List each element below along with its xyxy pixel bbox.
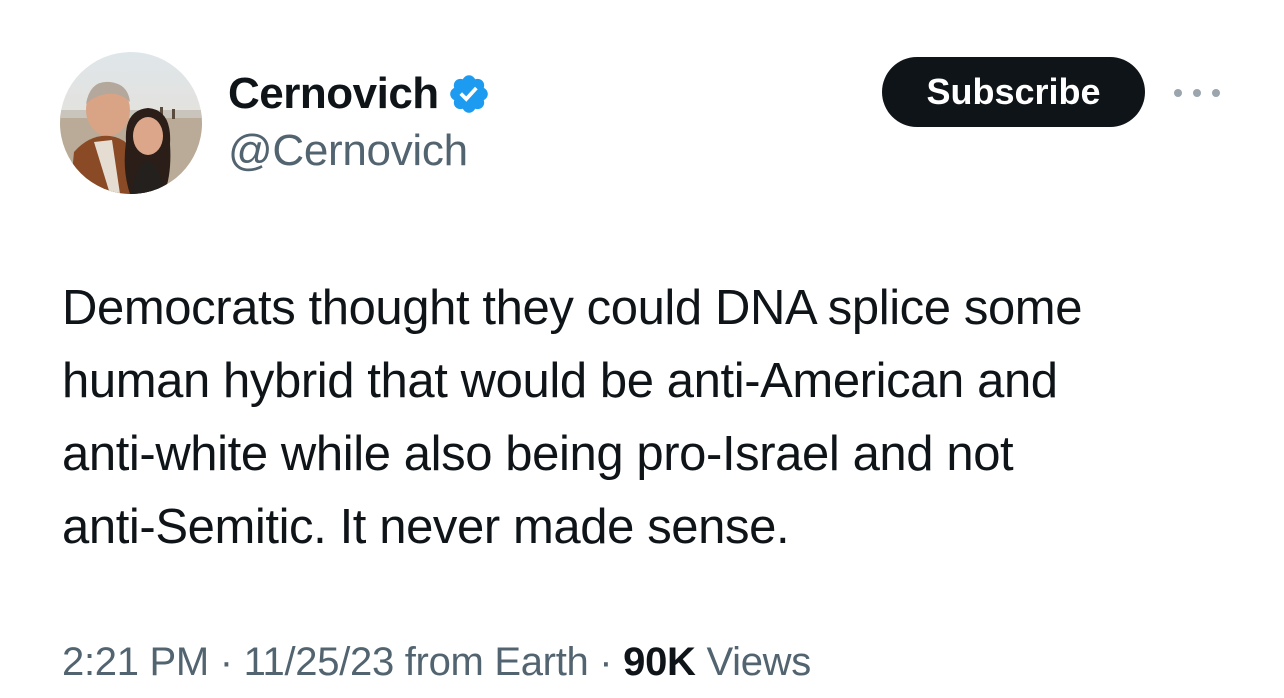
dot (1212, 89, 1220, 97)
tweet-text: Democrats thought they could DNA splice … (62, 281, 1083, 554)
author-handle[interactable]: @Cernovich (228, 126, 468, 176)
more-options-icon[interactable] (1174, 80, 1220, 106)
tweet-metadata: 2:21 PM · 11/25/23 from Earth · 90K View… (62, 640, 811, 685)
subscribe-button[interactable]: Subscribe (882, 57, 1145, 127)
views-count: 90K (623, 640, 696, 684)
tweet-time[interactable]: 2:21 PM (62, 640, 209, 684)
verified-badge-icon[interactable] (447, 72, 491, 116)
views-label: Views (706, 640, 811, 684)
avatar-photo (60, 52, 202, 194)
tweet-date[interactable]: 11/25/23 (244, 640, 395, 684)
author-name-row: Cernovich (228, 66, 491, 122)
dot (1193, 89, 1201, 97)
meta-separator: · (599, 640, 613, 684)
meta-separator: · (219, 640, 233, 684)
tweet-source: from Earth (404, 640, 589, 684)
author-display-name[interactable]: Cernovich (228, 69, 439, 119)
avatar[interactable] (60, 52, 202, 194)
dot (1174, 89, 1182, 97)
